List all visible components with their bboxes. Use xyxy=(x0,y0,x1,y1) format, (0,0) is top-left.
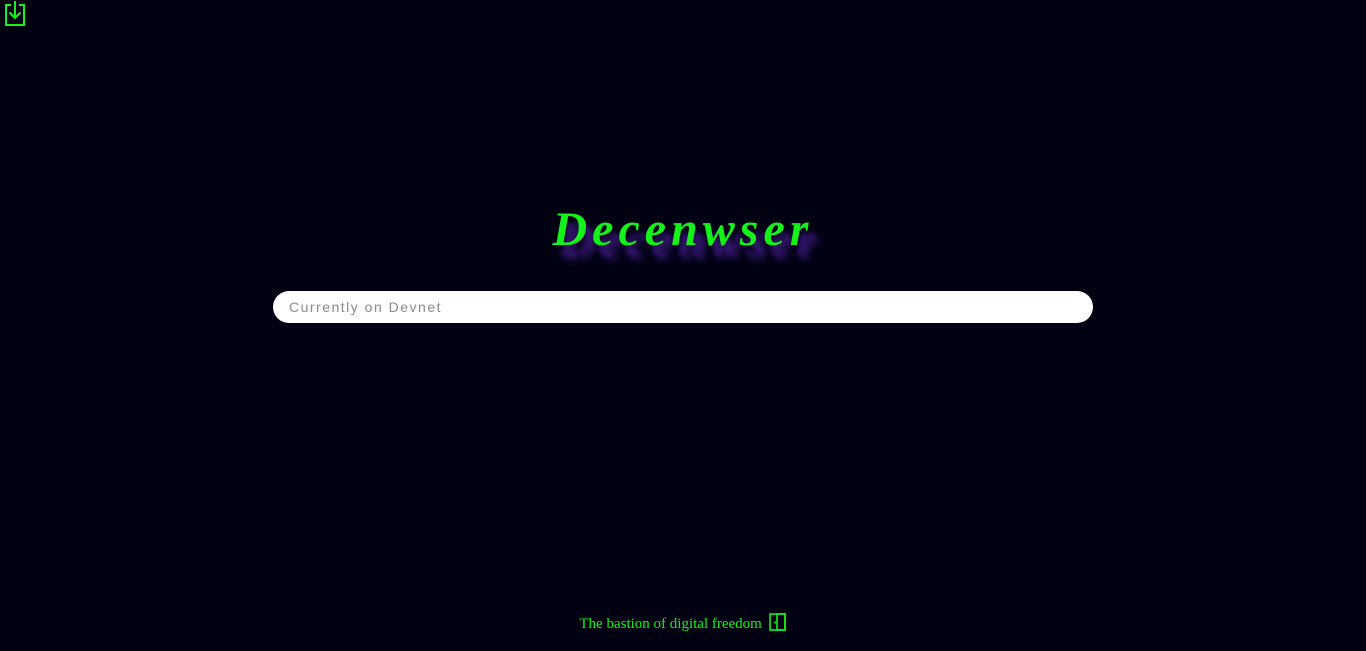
door-icon[interactable] xyxy=(768,613,787,639)
download-icon xyxy=(4,0,26,26)
search-input[interactable] xyxy=(273,291,1093,323)
download-button[interactable] xyxy=(4,0,26,26)
footer-tagline: The bastion of digital freedom xyxy=(579,616,762,632)
brand-title: Decenwser xyxy=(552,203,814,256)
footer: The bastion of digital freedom xyxy=(0,612,1366,639)
